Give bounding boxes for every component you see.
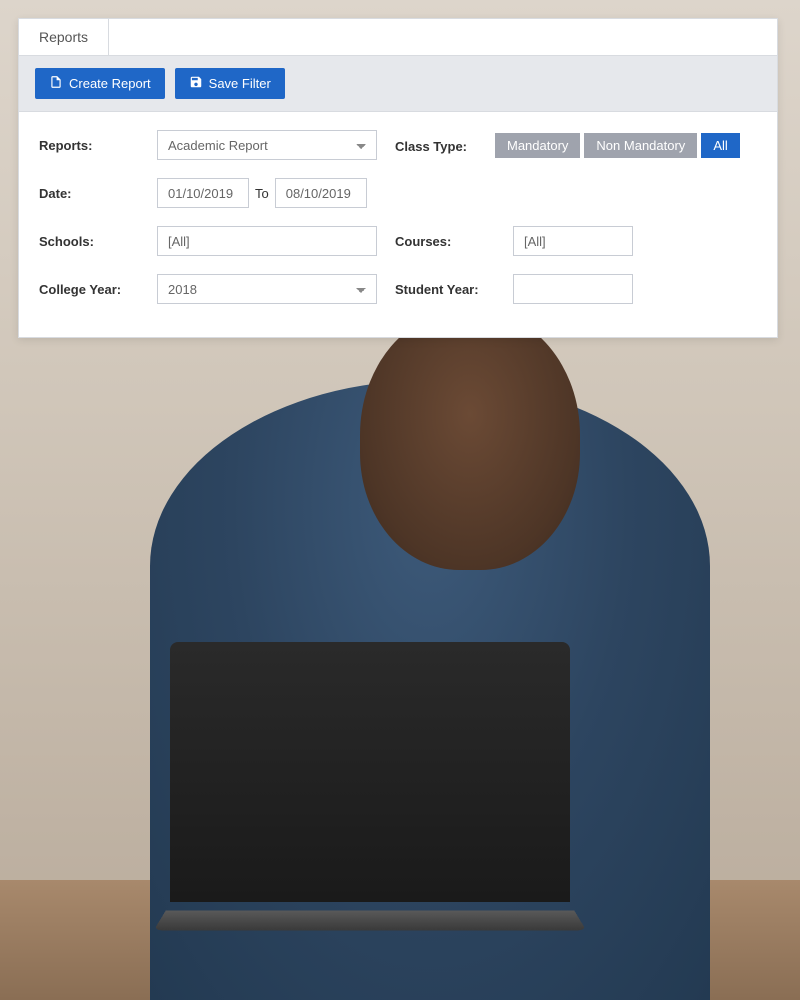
create-report-label: Create Report [69, 76, 151, 91]
date-label: Date: [39, 186, 139, 201]
laptop-base-shape [154, 910, 586, 930]
schools-label: Schools: [39, 234, 139, 249]
date-to-input[interactable] [275, 178, 367, 208]
form-area: Reports: Academic Report Class Type: Man… [19, 112, 777, 314]
save-filter-button[interactable]: Save Filter [175, 68, 285, 99]
college-year-select[interactable]: 2018 [157, 274, 377, 304]
student-year-input[interactable] [513, 274, 633, 304]
save-icon [189, 75, 203, 92]
save-filter-label: Save Filter [209, 76, 271, 91]
reports-panel: Reports Create Report Save Filter Report… [18, 18, 778, 338]
date-separator: To [255, 186, 269, 201]
schools-input[interactable] [157, 226, 377, 256]
tab-reports[interactable]: Reports [19, 19, 109, 55]
courses-label: Courses: [395, 234, 495, 249]
date-from-input[interactable] [157, 178, 249, 208]
laptop-screen-shape [170, 642, 570, 902]
class-type-all[interactable]: All [701, 133, 739, 158]
head-shape [360, 310, 580, 570]
date-range: To [157, 178, 377, 208]
reports-label: Reports: [39, 138, 139, 153]
courses-input[interactable] [513, 226, 633, 256]
class-type-label: Class Type: [395, 133, 477, 154]
document-icon [49, 75, 63, 92]
student-year-label: Student Year: [395, 282, 495, 297]
reports-select[interactable]: Academic Report [157, 130, 377, 160]
class-type-toggle-group: Mandatory Non Mandatory All [495, 133, 740, 158]
college-year-label: College Year: [39, 282, 139, 297]
toolbar: Create Report Save Filter [19, 56, 777, 112]
tab-bar: Reports [19, 19, 777, 56]
create-report-button[interactable]: Create Report [35, 68, 165, 99]
class-type-mandatory[interactable]: Mandatory [495, 133, 580, 158]
class-type-non-mandatory[interactable]: Non Mandatory [584, 133, 697, 158]
